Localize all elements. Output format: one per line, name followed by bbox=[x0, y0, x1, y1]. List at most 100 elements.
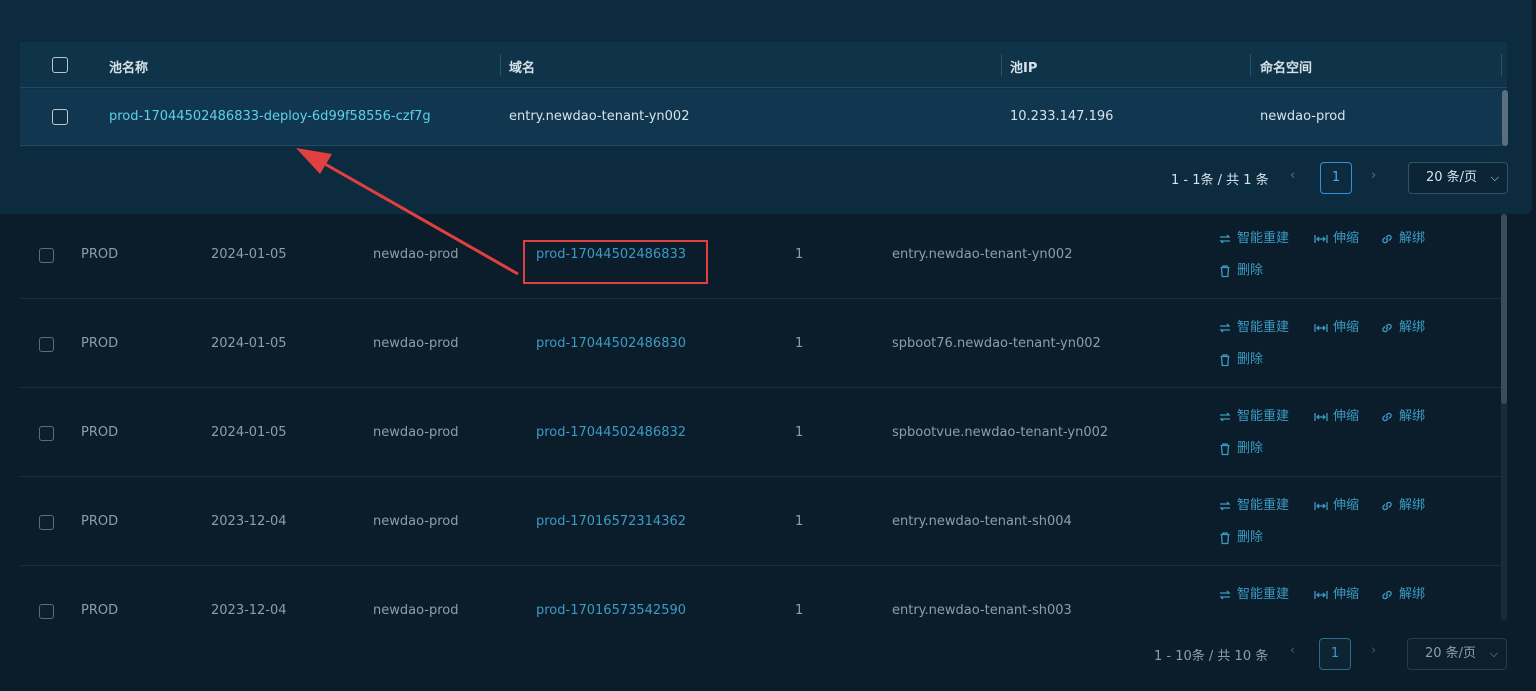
scrollbar-thumb[interactable] bbox=[1501, 214, 1507, 404]
rebuild-button[interactable]: 智能重建 bbox=[1218, 497, 1289, 515]
pool-name-link[interactable]: prod-17044502486833-deploy-6d99f58556-cz… bbox=[109, 109, 431, 124]
count-cell: 1 bbox=[795, 514, 804, 529]
scale-button[interactable]: 伸缩 bbox=[1314, 408, 1359, 426]
unbind-button[interactable]: 解绑 bbox=[1380, 586, 1425, 604]
domain-cell: entry.newdao-tenant-yn002 bbox=[892, 247, 1073, 262]
env-cell: PROD bbox=[81, 514, 119, 529]
scale-button[interactable]: 伸缩 bbox=[1314, 319, 1359, 337]
namespace-cell: newdao-prod bbox=[373, 514, 459, 529]
popup-pagination: 1 - 1条 / 共 1 条 ‹ 1 › 20 条/页 ⌵ bbox=[0, 160, 1532, 196]
prev-page-icon[interactable]: ‹ bbox=[1290, 168, 1295, 183]
unbind-button[interactable]: 解绑 bbox=[1380, 319, 1425, 337]
delete-label: 删除 bbox=[1237, 441, 1264, 456]
domain-cell: spboot76.newdao-tenant-yn002 bbox=[892, 336, 1101, 351]
page-number-button[interactable]: 1 bbox=[1319, 638, 1351, 670]
unbind-button[interactable]: 解绑 bbox=[1380, 497, 1425, 515]
rebuild-label: 智能重建 bbox=[1237, 409, 1290, 424]
row-checkbox[interactable] bbox=[39, 426, 54, 441]
next-page-icon[interactable]: › bbox=[1371, 168, 1376, 183]
link-icon bbox=[1382, 323, 1392, 333]
table-row: PROD 2024-01-05 newdao-prod prod-1704450… bbox=[20, 299, 1502, 388]
column-divider[interactable] bbox=[1250, 54, 1251, 76]
table-pagination: 1 - 10条 / 共 10 条 ‹ 1 › 20 条/页 ⌵ bbox=[0, 630, 1536, 670]
column-divider[interactable] bbox=[1001, 54, 1002, 76]
link-icon bbox=[1382, 590, 1392, 600]
rebuild-label: 智能重建 bbox=[1237, 320, 1290, 335]
rebuild-button[interactable]: 智能重建 bbox=[1218, 586, 1289, 604]
rebuild-button[interactable]: 智能重建 bbox=[1218, 230, 1289, 248]
date-cell: 2023-12-04 bbox=[211, 603, 287, 618]
delete-label: 删除 bbox=[1237, 263, 1264, 278]
trash-icon bbox=[1220, 443, 1230, 456]
rebuild-button[interactable]: 智能重建 bbox=[1218, 319, 1289, 337]
scale-label: 伸缩 bbox=[1333, 320, 1360, 335]
unbind-button[interactable]: 解绑 bbox=[1380, 408, 1425, 426]
unbind-label: 解绑 bbox=[1399, 498, 1426, 513]
column-divider[interactable] bbox=[1501, 54, 1502, 76]
namespace-cell: newdao-prod bbox=[373, 425, 459, 440]
row-checkbox[interactable] bbox=[39, 337, 54, 352]
delete-button[interactable]: 删除 bbox=[1218, 440, 1263, 458]
domain-cell: entry.newdao-tenant-sh003 bbox=[892, 603, 1072, 618]
rebuild-button[interactable]: 智能重建 bbox=[1218, 408, 1289, 426]
chevron-down-icon: ⌵ bbox=[1489, 647, 1498, 660]
scale-icon bbox=[1314, 413, 1328, 421]
scale-button[interactable]: 伸缩 bbox=[1314, 230, 1359, 248]
scale-icon bbox=[1314, 502, 1328, 510]
table-scrollbar[interactable] bbox=[1501, 214, 1507, 620]
namespace-cell: newdao-prod bbox=[373, 247, 459, 262]
scale-button[interactable]: 伸缩 bbox=[1314, 586, 1359, 604]
scale-label: 伸缩 bbox=[1333, 587, 1360, 602]
popup-scrollbar[interactable] bbox=[1502, 90, 1508, 146]
name-link[interactable]: prod-17016572314362 bbox=[536, 513, 686, 531]
delete-button[interactable]: 删除 bbox=[1218, 262, 1263, 280]
delete-button[interactable]: 删除 bbox=[1218, 351, 1263, 369]
scale-button[interactable]: 伸缩 bbox=[1314, 497, 1359, 515]
delete-button[interactable]: 删除 bbox=[1218, 529, 1263, 547]
name-link[interactable]: prod-17044502486832 bbox=[536, 424, 686, 442]
rebuild-label: 智能重建 bbox=[1237, 498, 1290, 513]
unbind-button[interactable]: 解绑 bbox=[1380, 230, 1425, 248]
prev-page-icon[interactable]: ‹ bbox=[1290, 643, 1295, 658]
trash-icon bbox=[1220, 354, 1230, 367]
row-checkbox[interactable] bbox=[39, 604, 54, 619]
page-size-select[interactable]: 20 条/页 ⌵ bbox=[1407, 638, 1507, 670]
name-link[interactable]: prod-17044502486830 bbox=[536, 335, 686, 353]
row-checkbox[interactable] bbox=[52, 109, 68, 125]
name-link[interactable]: prod-17016573542590 bbox=[536, 602, 686, 620]
row-checkbox[interactable] bbox=[39, 248, 54, 263]
header-pool-name: 池名称 bbox=[109, 61, 149, 76]
rebuild-icon bbox=[1219, 412, 1231, 422]
link-icon bbox=[1382, 234, 1392, 244]
unbind-label: 解绑 bbox=[1399, 231, 1426, 246]
env-cell: PROD bbox=[81, 603, 119, 618]
date-cell: 2024-01-05 bbox=[211, 425, 287, 440]
page-size-select[interactable]: 20 条/页 ⌵ bbox=[1408, 162, 1508, 194]
header-pool-ip: 池IP bbox=[1010, 61, 1038, 76]
delete-label: 删除 bbox=[1237, 352, 1264, 367]
page-number-button[interactable]: 1 bbox=[1320, 162, 1352, 194]
pagination-total: 1 - 1条 / 共 1 条 bbox=[1171, 173, 1269, 188]
pool-detail-table: 池名称 域名 池IP 命名空间 prod-17044502486833-depl… bbox=[20, 42, 1508, 146]
count-cell: 1 bbox=[795, 247, 804, 262]
chevron-down-icon: ⌵ bbox=[1490, 171, 1499, 184]
link-icon bbox=[1382, 412, 1392, 422]
rebuild-icon bbox=[1219, 501, 1231, 511]
domain-cell: spbootvue.newdao-tenant-yn002 bbox=[892, 425, 1109, 440]
trash-icon bbox=[1220, 532, 1230, 545]
page-size-value: 20 条/页 bbox=[1425, 646, 1477, 661]
select-all-checkbox[interactable] bbox=[52, 57, 68, 73]
rebuild-label: 智能重建 bbox=[1237, 231, 1290, 246]
rebuild-icon bbox=[1219, 590, 1231, 600]
env-cell: PROD bbox=[81, 425, 119, 440]
scale-label: 伸缩 bbox=[1333, 231, 1360, 246]
count-cell: 1 bbox=[795, 425, 804, 440]
count-cell: 1 bbox=[795, 603, 804, 618]
delete-label: 删除 bbox=[1237, 530, 1264, 545]
next-page-icon[interactable]: › bbox=[1371, 643, 1376, 658]
row-checkbox[interactable] bbox=[39, 515, 54, 530]
unbind-label: 解绑 bbox=[1399, 409, 1426, 424]
namespace-cell: newdao-prod bbox=[373, 336, 459, 351]
namespace-cell: newdao-prod bbox=[373, 603, 459, 618]
column-divider[interactable] bbox=[500, 54, 501, 76]
